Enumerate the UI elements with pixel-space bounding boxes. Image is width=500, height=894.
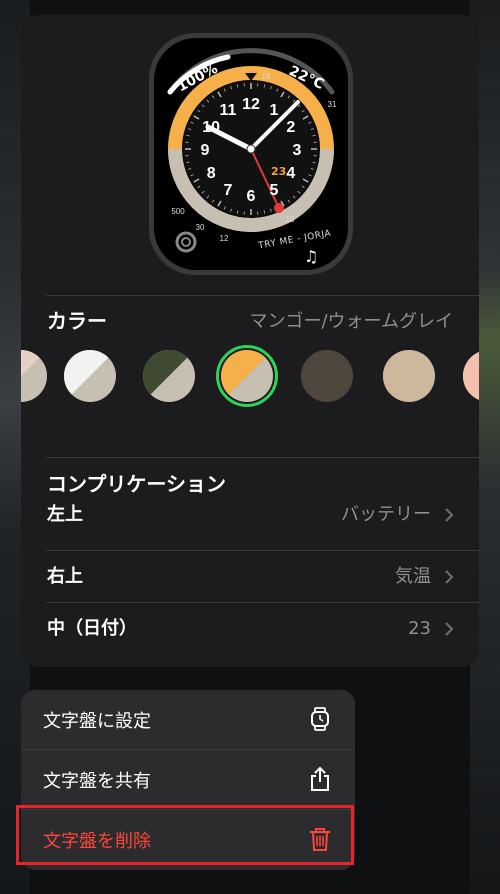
hour-numeral: 10 (202, 119, 220, 136)
divider (46, 295, 479, 296)
watch-face-preview[interactable]: 12 1 2 3 4 5 6 7 8 9 10 11 18 31 10 500 30 12 100% 22°C 2… (148, 32, 354, 276)
chevron-right-icon (445, 622, 454, 636)
color-swatch-dark-brown[interactable] (301, 350, 353, 402)
color-swatch-white-gray[interactable] (64, 350, 116, 402)
complication-row-center-date[interactable]: 中（日付） 23 (21, 617, 479, 661)
date-complication: 23 (271, 165, 287, 178)
divider (46, 602, 479, 603)
chevron-right-icon (445, 508, 454, 522)
bezel-number: 10 (286, 215, 295, 224)
watch-face-detail-card: 12 1 2 3 4 5 6 7 8 9 10 11 18 31 10 500 30 12 100% 22°C 2… (21, 15, 479, 667)
hour-numeral: 4 (286, 165, 295, 182)
watch-icon (311, 707, 329, 731)
chevron-right-icon (445, 570, 454, 584)
complication-value: バッテリー (341, 504, 431, 525)
menu-item-label: 文字盤に設定 (43, 711, 151, 732)
divider (46, 550, 479, 551)
complication-value: 気温 (395, 566, 431, 587)
complication-label: 左上 (47, 504, 83, 525)
divider (46, 457, 479, 458)
complication-row-top-left[interactable]: 左上 バッテリー (21, 503, 479, 557)
color-swatch-beige[interactable] (383, 350, 435, 402)
bezel-number: 30 (196, 223, 205, 232)
complication-label: 中（日付） (47, 618, 137, 639)
complication-value: 23 (408, 618, 431, 639)
color-swatch-row[interactable] (21, 345, 479, 430)
complications-section-title: コンプリケーション (47, 472, 226, 496)
color-swatch-partial-right[interactable] (463, 350, 479, 402)
delete-highlight-box (16, 805, 354, 865)
color-section-value: マンゴー/ウォームグレイ (249, 311, 453, 332)
hour-numeral: 11 (220, 102, 237, 119)
bezel-number: 18 (262, 72, 271, 81)
color-swatch-mango-warmgray[interactable] (221, 350, 273, 402)
menu-item-label: 文字盤を共有 (43, 771, 151, 792)
hour-numeral: 2 (286, 119, 295, 136)
color-swatch-partial-left[interactable] (21, 350, 47, 402)
hour-numeral: 3 (293, 142, 302, 159)
hour-numeral: 6 (247, 188, 256, 205)
hour-numeral: 1 (270, 102, 279, 119)
hour-numeral: 5 (270, 182, 279, 199)
set-watch-face-menu-item[interactable]: 文字盤に設定 (21, 690, 355, 749)
color-swatch-olive-gray[interactable] (143, 350, 195, 402)
share-watch-face-menu-item[interactable]: 文字盤を共有 (21, 750, 355, 809)
bezel-number: 12 (220, 234, 229, 243)
share-icon (311, 766, 329, 791)
hour-numeral: 9 (201, 142, 210, 159)
color-section-title: カラー (47, 309, 107, 333)
music-icon: ♫ (304, 247, 319, 266)
hour-numeral: 8 (207, 165, 216, 182)
bezel-number: 31 (328, 100, 337, 109)
hour-numeral: 7 (224, 182, 233, 199)
hour-numeral: 12 (242, 96, 260, 113)
complication-label: 右上 (47, 566, 83, 587)
bezel-number: 500 (171, 207, 185, 216)
